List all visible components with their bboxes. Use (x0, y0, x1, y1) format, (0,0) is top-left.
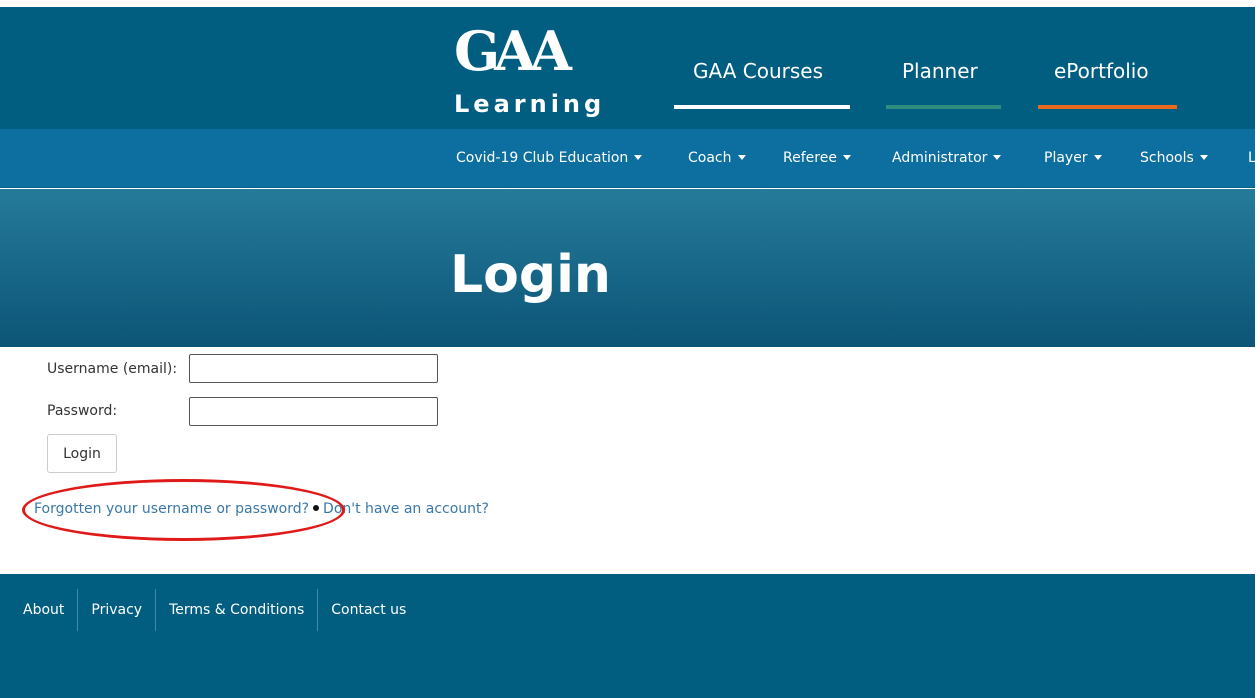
subnav-covid-education[interactable]: Covid-19 Club Education (456, 149, 643, 167)
footer-link-about[interactable]: About (0, 601, 77, 619)
footer-link-privacy[interactable]: Privacy (78, 601, 155, 619)
subnav-administrator[interactable]: Administrator (892, 149, 1002, 167)
logo-subtitle: Learning (454, 90, 606, 118)
subnav-more-cut-off[interactable]: L (1248, 149, 1256, 167)
top-nav-underline-gaa-courses (674, 105, 850, 109)
subnav-label: L (1248, 150, 1256, 166)
subnav-coach[interactable]: Coach (688, 149, 746, 167)
subnav-schools[interactable]: Schools (1140, 149, 1208, 167)
logo-mark: GAA (454, 19, 572, 83)
subnav-label: Covid-19 Club Education (456, 150, 629, 166)
password-label: Password: (47, 403, 118, 419)
page-hero: Login (0, 189, 1255, 347)
password-input[interactable] (189, 397, 438, 426)
subnav-label: Schools (1140, 150, 1194, 166)
subnav-player[interactable]: Player (1044, 149, 1102, 167)
subnav-label: Administrator (892, 150, 988, 166)
annotation-red-oval (22, 479, 345, 541)
caret-down-icon (737, 154, 746, 160)
top-nav-eportfolio[interactable]: ePortfolio (1054, 59, 1149, 83)
footer: About Privacy Terms & Conditions Contact… (0, 574, 1255, 698)
subnav-label: Coach (688, 150, 732, 166)
footer-link-terms[interactable]: Terms & Conditions (156, 601, 317, 619)
top-nav-underline-eportfolio (1038, 105, 1177, 109)
sub-navigation: Covid-19 Club Education Coach Referee Ad… (0, 129, 1256, 188)
subnav-label: Referee (783, 150, 837, 166)
caret-down-icon (1093, 154, 1102, 160)
subnav-referee[interactable]: Referee (783, 149, 851, 167)
footer-links: About Privacy Terms & Conditions Contact… (0, 589, 419, 631)
caret-down-icon (1199, 154, 1208, 160)
top-nav-planner[interactable]: Planner (902, 59, 978, 83)
top-nav-underline-planner (886, 105, 1001, 109)
login-page: GAA Learning GAA Courses Planner ePortfo… (0, 0, 1260, 698)
top-header: GAA Learning GAA Courses Planner ePortfo… (0, 7, 1255, 129)
caret-down-icon (842, 154, 851, 160)
login-button[interactable]: Login (47, 434, 117, 473)
top-nav-gaa-courses[interactable]: GAA Courses (693, 59, 823, 83)
caret-down-icon (634, 154, 643, 160)
username-label: Username (email): (47, 361, 178, 377)
page-title: Login (450, 245, 611, 305)
caret-down-icon (993, 154, 1002, 160)
username-input[interactable] (189, 354, 438, 383)
footer-link-contact[interactable]: Contact us (318, 601, 419, 619)
gaa-learning-logo[interactable]: GAA Learning (452, 23, 602, 123)
subnav-label: Player (1044, 150, 1088, 166)
no-account-link[interactable]: Don't have an account? (323, 501, 489, 517)
